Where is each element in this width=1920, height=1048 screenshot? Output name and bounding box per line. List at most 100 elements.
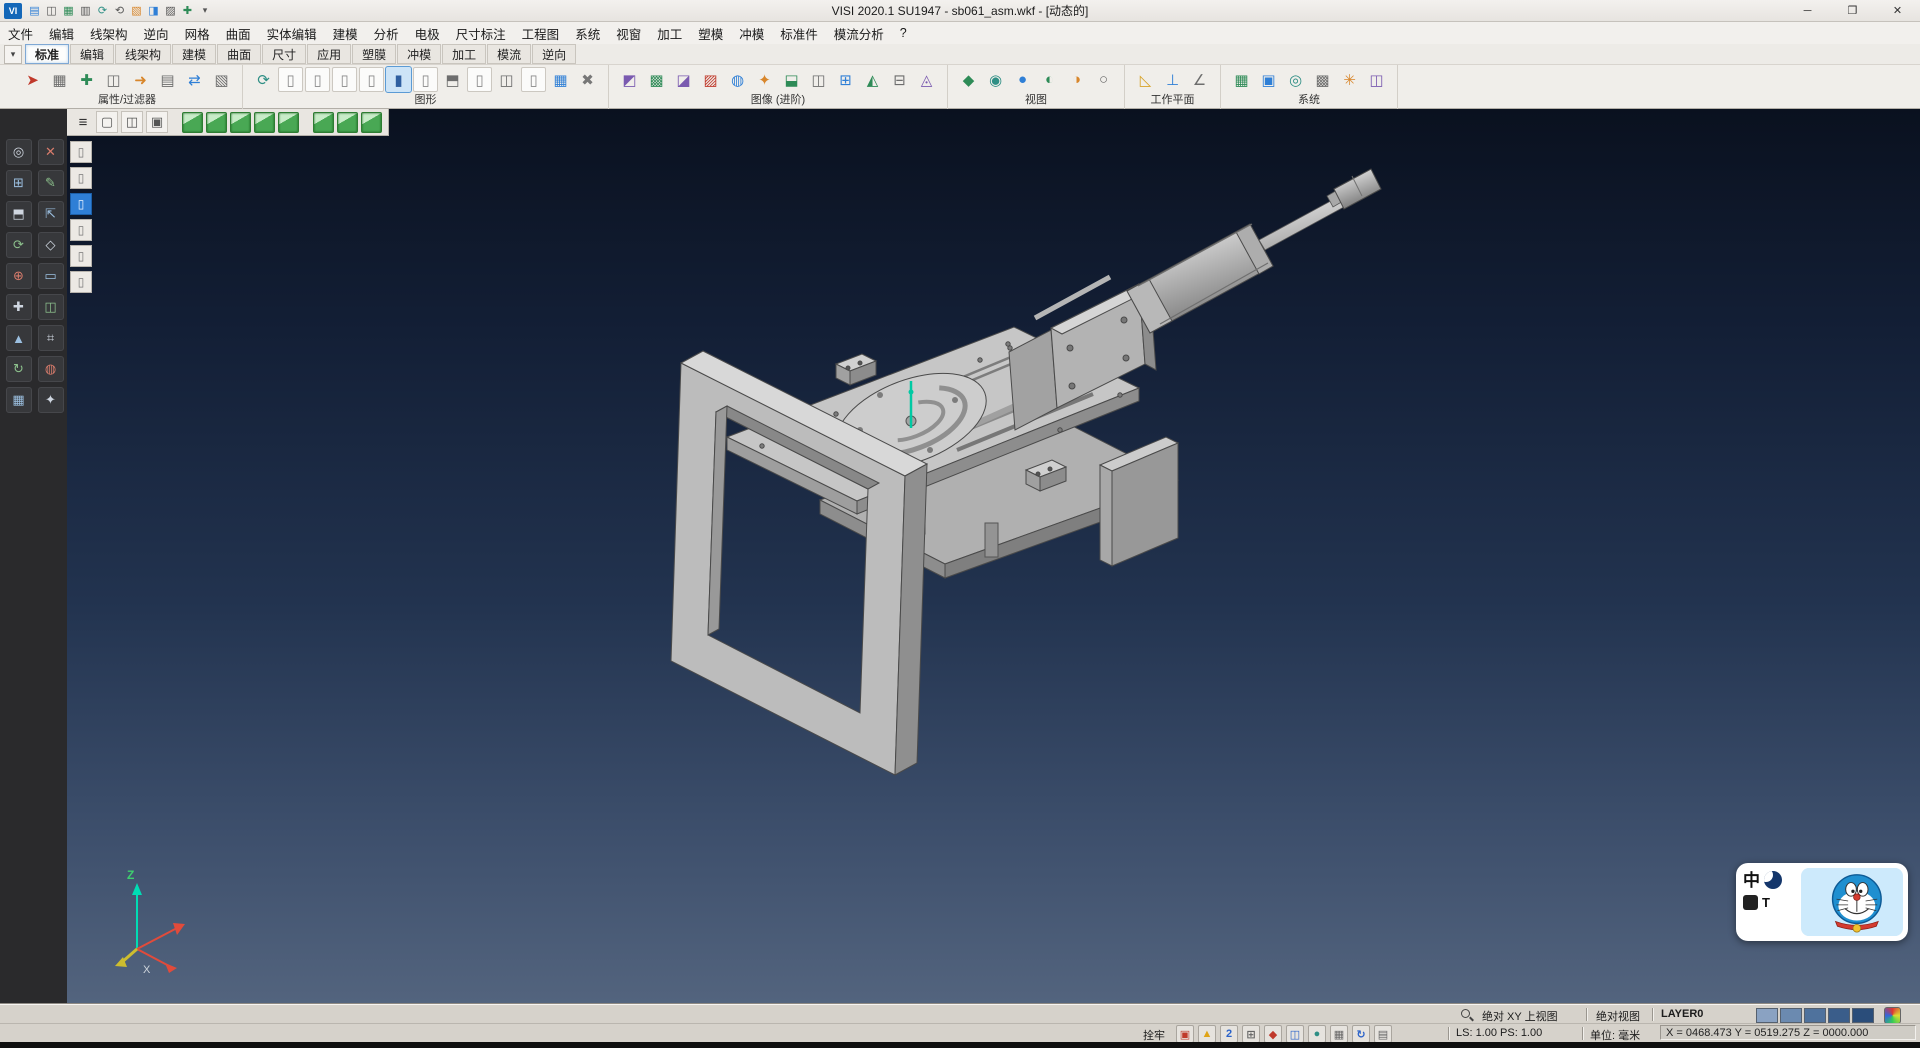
view-cube-icon[interactable] <box>254 112 275 133</box>
ribbon-tool-icon[interactable]: ▯ <box>521 67 546 92</box>
display-mode-icon[interactable]: ▯ <box>70 271 92 293</box>
color-swatch[interactable] <box>1804 1008 1826 1023</box>
ribbon-tool-icon[interactable]: ⇄ <box>182 67 207 92</box>
color-swatch[interactable] <box>1756 1008 1778 1023</box>
view-mode-indicator[interactable]: 绝对 XY 上视图 <box>1482 1008 1558 1024</box>
ribbon-tool-icon[interactable]: ◉ <box>983 67 1008 92</box>
display-mode-icon[interactable]: ▯ <box>70 219 92 241</box>
window-layout-icon[interactable]: ▢ <box>96 111 118 133</box>
ribbon-tool-icon[interactable]: ● <box>1010 67 1035 92</box>
ribbon-tool-icon[interactable]: ⊞ <box>833 67 858 92</box>
quick-access-icon[interactable]: ◫ <box>43 2 60 19</box>
ribbon-tool-icon[interactable]: ✚ <box>74 67 99 92</box>
lock-indicator[interactable]: 拴牢 <box>1143 1027 1165 1043</box>
sidebar-tool-icon[interactable]: ⟳ <box>6 232 32 258</box>
quick-access-icon[interactable]: ▤ <box>26 2 43 19</box>
view-menu-icon[interactable]: ≡ <box>73 112 93 132</box>
menu-item[interactable]: 系统 <box>567 22 608 44</box>
tab-dropdown-icon[interactable]: ▾ <box>4 45 22 64</box>
sidebar-tool-icon[interactable]: ⊞ <box>6 170 32 196</box>
ribbon-tool-icon[interactable]: ▩ <box>644 67 669 92</box>
status-tool-icon[interactable]: ▲ <box>1198 1025 1216 1043</box>
display-mode-icon[interactable]: ▯ <box>70 167 92 189</box>
moon-icon[interactable] <box>1764 871 1782 889</box>
ribbon-tool-icon[interactable]: ▯ <box>332 67 357 92</box>
color-swatch[interactable] <box>1852 1008 1874 1023</box>
ribbon-tool-icon[interactable]: ▯ <box>359 67 384 92</box>
window-layout-icon[interactable]: ◫ <box>121 111 143 133</box>
ribbon-tool-icon[interactable]: ➤ <box>20 67 45 92</box>
color-swatch[interactable] <box>1780 1008 1802 1023</box>
status-tool-icon[interactable]: ⊞ <box>1242 1025 1260 1043</box>
sidebar-tool-icon[interactable]: ✕ <box>38 139 64 165</box>
sidebar-tool-icon[interactable]: ⬒ <box>6 201 32 227</box>
sidebar-tool-icon[interactable]: ⌗ <box>38 325 64 351</box>
ribbon-tool-icon[interactable]: ✖ <box>575 67 600 92</box>
ribbon-tool-icon[interactable]: ◐ <box>1037 67 1062 92</box>
ribbon-tool-icon[interactable]: ∠ <box>1187 67 1212 92</box>
ribbon-tool-icon[interactable]: ▦ <box>47 67 72 92</box>
ribbon-tool-icon[interactable]: ◍ <box>725 67 750 92</box>
ribbon-tool-icon[interactable]: ◭ <box>860 67 885 92</box>
menu-item[interactable]: 标准件 <box>772 22 826 44</box>
window-layout-icon[interactable]: ▣ <box>146 111 168 133</box>
sidebar-tool-icon[interactable]: ▦ <box>6 387 32 413</box>
ribbon-tool-icon[interactable]: ▮ <box>386 67 411 92</box>
ribbon-tool-icon[interactable]: ▦ <box>548 67 573 92</box>
quick-access-dropdown-icon[interactable]: ▾ <box>198 2 212 19</box>
sidebar-tool-icon[interactable]: ◇ <box>38 232 64 258</box>
status-tool-icon[interactable]: ▣ <box>1176 1025 1194 1043</box>
units-indicator[interactable]: 单位: 毫米 <box>1590 1027 1640 1043</box>
menu-item[interactable]: 冲模 <box>731 22 772 44</box>
menu-item[interactable]: 尺寸标注 <box>448 22 514 44</box>
ribbon-tool-icon[interactable]: ◺ <box>1133 67 1158 92</box>
clamp-block-left[interactable] <box>836 354 876 385</box>
ribbon-tab[interactable]: 加工 <box>442 44 486 64</box>
menu-item[interactable]: 模流分析 <box>826 22 892 44</box>
ime-letter-indicator[interactable]: T <box>1762 895 1770 910</box>
ime-tool-icon[interactable] <box>1743 895 1758 910</box>
ribbon-tool-icon[interactable]: ○ <box>1091 67 1116 92</box>
sidebar-tool-icon[interactable]: ◫ <box>38 294 64 320</box>
quick-access-icon[interactable]: ▨ <box>162 2 179 19</box>
menu-item[interactable]: ? <box>892 22 915 44</box>
menu-item[interactable]: 文件 <box>0 22 41 44</box>
menu-item[interactable]: 塑模 <box>690 22 731 44</box>
quick-access-icon[interactable]: ⟲ <box>111 2 128 19</box>
piston-rod[interactable] <box>1259 169 1381 250</box>
ribbon-tool-icon[interactable]: ▯ <box>467 67 492 92</box>
menu-item[interactable]: 电极 <box>407 22 448 44</box>
view-cube-icon[interactable] <box>313 112 334 133</box>
color-picker-icon[interactable] <box>1884 1007 1901 1024</box>
quick-access-icon[interactable]: ◨ <box>145 2 162 19</box>
ribbon-tab[interactable]: 尺寸 <box>262 44 306 64</box>
sidebar-tool-icon[interactable]: ⇱ <box>38 201 64 227</box>
menu-item[interactable]: 曲面 <box>218 22 259 44</box>
menu-item[interactable]: 分析 <box>366 22 407 44</box>
ribbon-tool-icon[interactable]: ⊟ <box>887 67 912 92</box>
ribbon-tool-icon[interactable]: ◎ <box>1283 67 1308 92</box>
view-cube-icon[interactable] <box>182 112 203 133</box>
ribbon-tool-icon[interactable]: ▯ <box>278 67 303 92</box>
quick-access-icon[interactable]: ▧ <box>128 2 145 19</box>
ribbon-tool-icon[interactable]: ⬒ <box>440 67 465 92</box>
ribbon-tool-icon[interactable]: ➜ <box>128 67 153 92</box>
sidebar-tool-icon[interactable]: ✦ <box>38 387 64 413</box>
ribbon-tool-icon[interactable]: ⬓ <box>779 67 804 92</box>
minimize-button[interactable]: ─ <box>1785 0 1830 22</box>
ribbon-tool-icon[interactable]: ▣ <box>1256 67 1281 92</box>
scale-indicator[interactable]: LS: 1.00 PS: 1.00 <box>1456 1027 1542 1039</box>
ribbon-tool-icon[interactable]: ◫ <box>806 67 831 92</box>
view-cube-icon[interactable] <box>206 112 227 133</box>
sidebar-tool-icon[interactable]: ◎ <box>6 139 32 165</box>
menu-item[interactable]: 实体编辑 <box>259 22 325 44</box>
sidebar-tool-icon[interactable]: ↻ <box>6 356 32 382</box>
menu-item[interactable]: 视窗 <box>608 22 649 44</box>
ribbon-tab[interactable]: 逆向 <box>532 44 576 64</box>
ribbon-tool-icon[interactable]: ▦ <box>1229 67 1254 92</box>
ribbon-tool-icon[interactable]: ▩ <box>1310 67 1335 92</box>
ribbon-tool-icon[interactable]: ▯ <box>305 67 330 92</box>
menu-item[interactable]: 线架构 <box>82 22 136 44</box>
view-cube-icon[interactable] <box>361 112 382 133</box>
maximize-button[interactable]: ❐ <box>1830 0 1875 22</box>
